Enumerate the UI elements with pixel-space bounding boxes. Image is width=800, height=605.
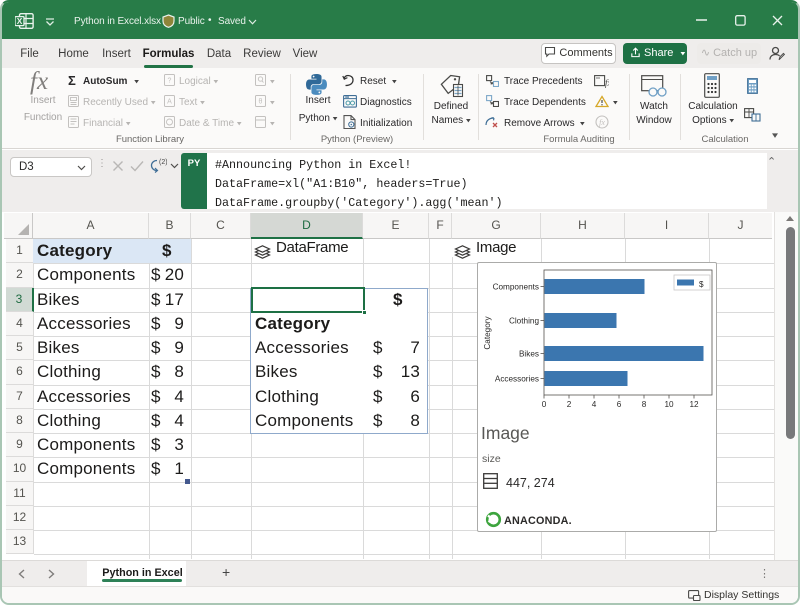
svg-text:X: X	[17, 16, 23, 26]
svg-text:2: 2	[567, 400, 572, 409]
svg-text:8: 8	[642, 400, 647, 409]
svg-text:(2): (2)	[159, 159, 167, 166]
svg-text:Components: Components	[493, 283, 539, 292]
svg-text:12: 12	[689, 400, 699, 409]
svg-text:fx: fx	[605, 78, 609, 88]
svg-text:Clothing: Clothing	[509, 317, 539, 326]
svg-text:6: 6	[617, 400, 622, 409]
svg-text:0: 0	[542, 400, 547, 409]
svg-text:4: 4	[592, 400, 597, 409]
svg-text:?: ?	[168, 78, 172, 85]
svg-text:θ: θ	[259, 99, 263, 106]
svg-text:A: A	[167, 99, 172, 106]
svg-text:Bikes: Bikes	[519, 350, 539, 359]
svg-text:Category: Category	[483, 315, 492, 349]
svg-text:10: 10	[664, 400, 674, 409]
svg-text:fx: fx	[599, 118, 605, 127]
svg-text:$: $	[699, 280, 704, 289]
svg-text:Accessories: Accessories	[495, 375, 539, 384]
